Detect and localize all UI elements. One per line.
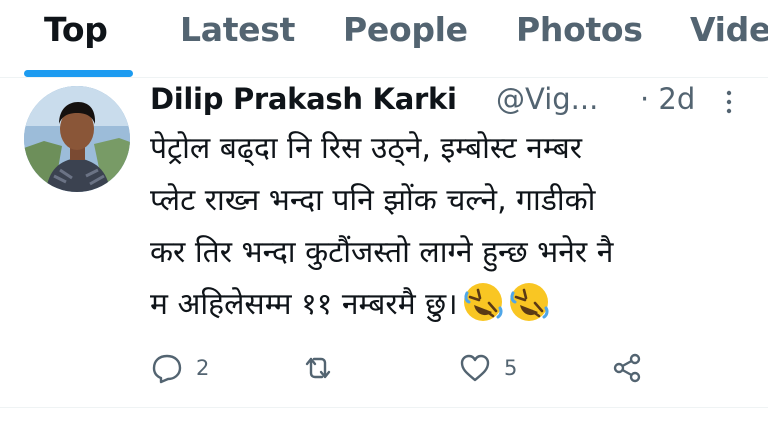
tab-bar: Top Latest People Photos Vide (0, 0, 768, 78)
tweet-text: पेट्रोल बढ्दा नि रिस उठ्ने, इम्बोस्ट नम्… (150, 123, 750, 331)
avatar[interactable] (24, 86, 130, 192)
tweet-text-line: कर तिर भन्दा कुटौंजस्तो लाग्ने हुन्छ भने… (150, 235, 614, 270)
tweet-actions: 2 5 (150, 349, 750, 387)
author-handle[interactable]: @Vig... (496, 82, 598, 116)
like-button[interactable]: 5 (458, 349, 517, 387)
tweet-divider (0, 407, 768, 408)
heart-icon (460, 354, 490, 382)
retweet-icon (305, 357, 331, 379)
rolling-on-floor-laughing-icon (509, 283, 549, 321)
share-button[interactable] (610, 349, 644, 387)
tab-latest[interactable]: Latest (180, 10, 295, 49)
tab-people[interactable]: People (343, 10, 468, 49)
rolling-on-floor-laughing-icon (463, 283, 503, 321)
retweet-button[interactable] (301, 349, 347, 387)
tab-videos[interactable]: Vide (690, 10, 768, 49)
tweet-timestamp[interactable]: · 2d (640, 82, 695, 116)
reply-button[interactable]: 2 (150, 349, 209, 387)
tabs-divider (0, 77, 768, 78)
reply-icon (152, 354, 182, 384)
tweet-header: Dilip Prakash Karki @Vig... · 2d (150, 82, 750, 122)
tweet-text-line: म अहिलेसम्म ११ नम्बरमै छु। (150, 279, 750, 331)
more-options-icon[interactable] (718, 89, 740, 115)
author-name[interactable]: Dilip Prakash Karki (150, 82, 457, 116)
share-icon (613, 353, 641, 383)
tab-top[interactable]: Top (44, 10, 108, 49)
tweet-text-line: पेट्रोल बढ्दा नि रिस उठ्ने, इम्बोस्ट नम्… (150, 131, 582, 166)
tweet-text-line-content: म अहिलेसम्म ११ नम्बरमै छु। (150, 287, 458, 322)
tab-photos[interactable]: Photos (516, 10, 643, 49)
tweet-text-line: प्लेट राख्न भन्दा पनि झोंक चल्ने, गाडीको (150, 183, 596, 218)
active-tab-indicator (24, 70, 133, 77)
like-count: 5 (504, 356, 518, 380)
reply-count: 2 (196, 356, 210, 380)
